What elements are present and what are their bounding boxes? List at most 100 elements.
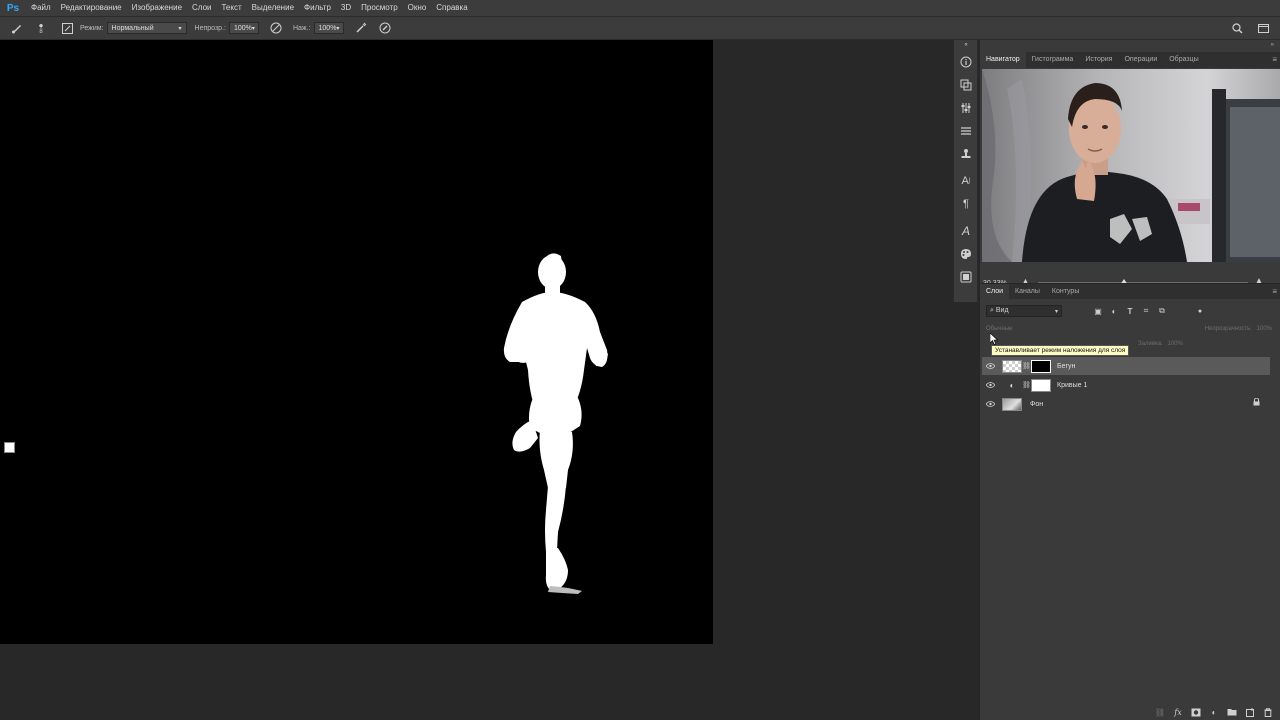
chevron-down-icon: ▾	[251, 25, 255, 32]
menu-edit[interactable]: Редактирование	[56, 0, 127, 16]
eye-icon[interactable]	[982, 357, 998, 375]
character-icon[interactable]: A |	[954, 169, 978, 192]
filter-shape-icon[interactable]: ⌗	[1138, 305, 1154, 317]
adjustments-icon[interactable]	[954, 96, 978, 119]
link-layers-icon[interactable]: ⛓	[1151, 705, 1169, 719]
opacity-label: Непрозр.:	[194, 24, 226, 32]
color-icon[interactable]	[954, 242, 978, 265]
add-mask-icon[interactable]	[1187, 705, 1205, 719]
fill-value[interactable]: 100%	[1167, 341, 1182, 347]
options-bar: ● 8 Режим: Нормальный ▾ Непрозр.: 100% ▾…	[0, 16, 1280, 40]
layer-mask-thumbnail[interactable]	[1031, 359, 1051, 373]
workspace-icon[interactable]	[1256, 21, 1270, 35]
filter-toggle-icon[interactable]: ●	[1192, 305, 1208, 317]
collapse-arrows-icon[interactable]: «	[954, 40, 978, 50]
layers-filter-bar: ⌕ Вид ▾ ▣ ◐ T ⌗ ⧉ ●	[986, 304, 1276, 318]
layer-thumbnail[interactable]	[1002, 397, 1022, 411]
navigator-preview-image	[982, 69, 1280, 262]
tab-swatches[interactable]: Образцы	[1163, 52, 1204, 68]
runner-silhouette	[503, 253, 608, 594]
fx-icon[interactable]: fx	[1169, 705, 1187, 719]
navigator-panel: Навигатор Гистограмма История Операции О…	[980, 52, 1280, 288]
layer-row-runner[interactable]: ⛓ Бегун	[982, 357, 1270, 375]
menu-image[interactable]: Изображение	[127, 0, 187, 16]
pressure-opacity-icon[interactable]	[269, 21, 283, 35]
paragraph-icon[interactable]: ¶	[954, 192, 978, 215]
layer-row-background[interactable]: Фон	[982, 395, 1270, 413]
mask-link-icon[interactable]: ⛓	[1022, 381, 1031, 389]
dock-grip[interactable]: »	[980, 40, 1280, 52]
flow-label: Наж.:	[292, 24, 311, 32]
panel-menu-icon[interactable]: ≡	[1272, 284, 1277, 300]
tab-layers[interactable]: Слои	[980, 283, 1010, 300]
libraries-icon[interactable]	[954, 265, 978, 288]
brush-icon[interactable]	[10, 21, 24, 35]
info-icon[interactable]	[954, 50, 978, 73]
menu-window[interactable]: Окно	[403, 0, 432, 16]
new-adjustment-icon[interactable]: ◐	[1205, 705, 1223, 719]
menu-help[interactable]: Справка	[431, 0, 472, 16]
styles-icon[interactable]	[954, 119, 978, 142]
eye-icon[interactable]	[982, 376, 998, 394]
delete-layer-icon[interactable]	[1259, 705, 1277, 719]
tab-navigator[interactable]: Навигатор	[980, 52, 1026, 68]
navigator-tabs: Навигатор Гистограмма История Операции О…	[980, 52, 1280, 68]
panel-menu-icon[interactable]: ≡	[1272, 52, 1277, 68]
layer-row-curves[interactable]: ◐ ⛓ Кривые 1	[982, 376, 1270, 394]
layer-mask-thumbnail[interactable]	[1031, 378, 1051, 392]
layer-name[interactable]: Фон	[1030, 401, 1043, 408]
airbrush-icon[interactable]	[354, 21, 368, 35]
menu-view[interactable]: Просмотр	[356, 0, 403, 16]
new-group-icon[interactable]	[1223, 705, 1241, 719]
filter-smart-object-icon[interactable]: ⧉	[1154, 305, 1170, 317]
flow-value: 100%	[318, 24, 337, 32]
filter-label: Вид	[995, 307, 1009, 314]
menu-layers[interactable]: Слои	[187, 0, 216, 16]
brush-preset-picker[interactable]: ● 8	[34, 21, 48, 35]
search-icon[interactable]	[1230, 21, 1244, 35]
new-layer-icon[interactable]	[1241, 705, 1259, 719]
opacity-control[interactable]: Непрозрачность: 100%	[1205, 326, 1272, 332]
layer-name[interactable]: Бегун	[1057, 363, 1075, 370]
opacity-label: Непрозрачность:	[1204, 326, 1252, 332]
flow-field[interactable]: 100% ▾	[313, 22, 344, 34]
navigator-preview[interactable]	[982, 69, 1280, 262]
tab-paths[interactable]: Контуры	[1046, 284, 1085, 300]
filter-adjustment-icon[interactable]: ◐	[1106, 305, 1122, 317]
panel-icon-strip: « A | ¶ A	[953, 40, 978, 302]
fill-control[interactable]: Заливка: 100%	[1138, 341, 1183, 347]
layer-thumbnail[interactable]	[1002, 359, 1022, 373]
lock-icon[interactable]	[1253, 397, 1260, 408]
opacity-value[interactable]: 100%	[1257, 326, 1272, 332]
chevron-down-icon: ▾	[1054, 308, 1058, 315]
menu-filter[interactable]: Фильтр	[299, 0, 336, 16]
mode-value: Нормальный	[111, 24, 154, 32]
menu-type[interactable]: Текст	[216, 0, 246, 16]
menu-file[interactable]: Файл	[26, 0, 56, 16]
eye-icon[interactable]	[982, 395, 998, 413]
blend-mode-dropdown[interactable]: Обычные	[986, 326, 1013, 332]
app-logo: Ps	[6, 2, 20, 14]
document-canvas[interactable]	[0, 40, 713, 644]
tab-channels[interactable]: Каналы	[1009, 284, 1046, 300]
glyphs-icon[interactable]: A	[954, 219, 978, 242]
adjustment-layer-icon[interactable]: ◐	[1002, 381, 1022, 390]
properties-icon[interactable]	[954, 73, 978, 96]
brush-panel-icon[interactable]	[60, 21, 74, 35]
filter-type-icon[interactable]: T	[1122, 305, 1138, 317]
layer-filter-dropdown[interactable]: ⌕ Вид ▾	[986, 305, 1062, 317]
mode-dropdown[interactable]: Нормальный ▾	[106, 22, 187, 34]
opacity-field[interactable]: 100% ▾	[228, 22, 259, 34]
layer-name[interactable]: Кривые 1	[1057, 382, 1087, 389]
clone-source-icon[interactable]	[954, 142, 978, 165]
foreground-color-swatch[interactable]	[4, 442, 15, 454]
pressure-size-icon[interactable]	[378, 21, 392, 35]
tab-histogram[interactable]: Гистограмма	[1026, 52, 1080, 68]
tab-actions[interactable]: Операции	[1118, 52, 1163, 68]
menu-3d[interactable]: 3D	[336, 0, 356, 16]
tab-history[interactable]: История	[1079, 52, 1118, 68]
menu-select[interactable]: Выделение	[247, 0, 299, 16]
mask-link-icon[interactable]: ⛓	[1022, 362, 1031, 370]
chevron-down-icon: ▾	[178, 25, 182, 32]
filter-pixel-icon[interactable]: ▣	[1090, 305, 1106, 317]
